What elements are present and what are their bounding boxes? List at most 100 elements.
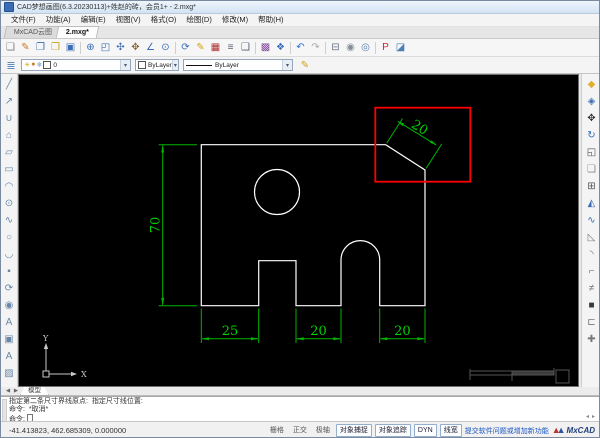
undo-icon[interactable]: ↶ (293, 40, 308, 55)
layer-freeze-icon[interactable]: ❄ (37, 61, 43, 69)
draw-order-icon[interactable]: ✎ (193, 40, 208, 55)
hatch-icon[interactable]: ▨ (2, 365, 17, 382)
color-combo-arrow-icon[interactable]: ▾ (171, 60, 178, 70)
rectangle-icon[interactable]: ▭ (2, 161, 17, 178)
save-as-icon[interactable]: ▣ (63, 40, 78, 55)
menu-function[interactable]: 功能(A) (41, 14, 76, 26)
revcloud-icon[interactable]: ◡ (2, 246, 17, 263)
highlight-rect[interactable] (374, 106, 472, 183)
web-publish-icon[interactable]: ◉ (343, 40, 358, 55)
arc-icon[interactable]: ◠ (2, 178, 17, 195)
linetype-combo[interactable]: ByLayer ▾ (183, 59, 293, 71)
break-icon[interactable]: ≠ (584, 280, 600, 297)
drawing-canvas[interactable]: 70 25 20 20 20 Y X (18, 74, 579, 387)
color-combo[interactable]: ByLayer ▾ (135, 59, 179, 71)
tab-drawing-2mxg[interactable]: 2.mxg* (55, 26, 100, 38)
pdf-export-icon[interactable]: P (378, 40, 393, 55)
feedback-link[interactable]: 提交软件问题或增加新功能 (465, 426, 549, 436)
toggle-osnap[interactable]: 对象捕捉 (335, 424, 372, 437)
point-icon[interactable]: ▪ (2, 263, 17, 280)
polygon-icon[interactable]: ⌂ (2, 127, 17, 144)
scale-icon[interactable]: ◱ (584, 144, 600, 161)
command-line-panel[interactable]: 指定第二条尺寸界线原点: 指定尺寸线位置: 命令: *取消* 命令: ◂ ▸ (1, 396, 599, 423)
spline-edit-icon[interactable]: ∿ (584, 212, 600, 229)
open-edit-icon[interactable]: ✎ (18, 40, 33, 55)
stretch-icon[interactable]: ⊏ (584, 314, 600, 331)
solid-3d-icon[interactable]: ■ (584, 297, 600, 314)
pan-icon[interactable]: ✥ (128, 40, 143, 55)
layer-lock-icon[interactable]: ● (31, 61, 35, 69)
image-attach-icon[interactable]: ▣ (2, 331, 17, 348)
toggle-ortho[interactable]: 正交 (290, 425, 310, 436)
array-icon[interactable]: ⊞ (584, 178, 600, 195)
palette-icon[interactable]: ▩ (258, 40, 273, 55)
polyline-icon[interactable]: ↗ (2, 93, 17, 110)
window-panel-icon[interactable]: ❑ (238, 40, 253, 55)
toggle-otrack[interactable]: 对象追踪 (374, 424, 411, 437)
part-outline-path[interactable] (200, 144, 426, 307)
polygon-any-icon[interactable]: ▱ (2, 144, 17, 161)
command-panel-grip[interactable] (2, 399, 7, 422)
dimension-height[interactable]: 70 (149, 144, 198, 307)
chamfer-icon[interactable]: ⌐ (584, 263, 600, 280)
menu-draw[interactable]: 绘图(D) (181, 14, 216, 26)
print-icon[interactable]: ⊟ (328, 40, 343, 55)
layout-next-icon[interactable]: ▶ (12, 388, 20, 394)
zoom-scale-icon[interactable]: ⊙ (158, 40, 173, 55)
dimension-bottom-group[interactable]: 25 20 20 (200, 308, 426, 344)
toggle-dyn[interactable]: DYN (413, 424, 437, 437)
toggle-grid[interactable]: 栅格 (267, 425, 287, 436)
trim-icon[interactable]: ◺ (584, 229, 600, 246)
text-list-icon[interactable]: ≡ (223, 40, 238, 55)
options-icon[interactable]: ❖ (273, 40, 288, 55)
menu-file[interactable]: 文件(F) (6, 14, 41, 26)
open-folder-icon[interactable]: ❒ (48, 40, 63, 55)
spline-icon[interactable]: ∿ (2, 212, 17, 229)
layer-stack-icon[interactable]: ≣ (4, 59, 18, 72)
mtext-icon[interactable]: A (2, 348, 17, 365)
block-create-icon[interactable]: ⟳ (2, 280, 17, 297)
offset-icon[interactable]: ❏ (584, 161, 600, 178)
web-open-icon[interactable]: ◎ (358, 40, 373, 55)
toggle-polar[interactable]: 极轴 (313, 425, 333, 436)
dimension-chamfer[interactable]: 20 (386, 117, 443, 169)
mirror-icon[interactable]: ◭ (584, 195, 600, 212)
zoom-in-icon[interactable]: ⊕ (83, 40, 98, 55)
zoom-extents-icon[interactable]: ✣ (113, 40, 128, 55)
block-insert-icon[interactable]: ◉ (2, 297, 17, 314)
layout-prev-icon[interactable]: ◀ (4, 388, 12, 394)
redo-icon[interactable]: ↷ (308, 40, 323, 55)
fillet-icon[interactable]: ◝ (584, 246, 600, 263)
image-export-icon[interactable]: ◪ (393, 40, 408, 55)
save-edit-icon[interactable]: ❐ (33, 40, 48, 55)
zoom-window-icon[interactable]: ◰ (98, 40, 113, 55)
measure-angle-icon[interactable]: ∠ (143, 40, 158, 55)
command-scroll-right-icon[interactable]: ▸ (592, 413, 595, 420)
circle-icon[interactable]: ⊙ (2, 195, 17, 212)
ellipse-icon[interactable]: ○ (2, 229, 17, 246)
copy-icon[interactable]: ◈ (584, 93, 600, 110)
layer-combo[interactable]: ☀ ● ❄ 0 ▾ (21, 59, 131, 71)
layer-on-icon[interactable]: ☀ (24, 61, 30, 69)
menu-edit[interactable]: 编辑(E) (76, 14, 111, 26)
join-icon[interactable]: ✚ (584, 331, 600, 348)
menu-help[interactable]: 帮助(H) (253, 14, 288, 26)
text-icon[interactable]: A (2, 314, 17, 331)
move-icon[interactable]: ✥ (584, 110, 600, 127)
command-scroll-left-icon[interactable]: ◂ (586, 413, 589, 420)
toggle-lineweight[interactable]: 线宽 (439, 424, 462, 437)
layer-combo-arrow-icon[interactable]: ▾ (120, 60, 130, 70)
linetype-combo-arrow-icon[interactable]: ▾ (282, 60, 292, 70)
menu-modify[interactable]: 修改(M) (217, 14, 253, 26)
tab-mxcad-cloud[interactable]: MxCAD云图 (3, 26, 63, 38)
arc-3pt-icon[interactable]: ∪ (2, 110, 17, 127)
erase-icon[interactable]: ◆ (584, 76, 600, 93)
line-icon[interactable]: ╱ (2, 76, 17, 93)
part-hole-circle[interactable] (253, 168, 301, 216)
draw-settings-icon[interactable]: ✎ (298, 59, 312, 72)
view-rotate-icon[interactable]: ⟳ (178, 40, 193, 55)
menu-format[interactable]: 格式(O) (146, 14, 182, 26)
layer-manager-icon[interactable]: ▦ (208, 40, 223, 55)
new-file-icon[interactable]: ❏ (3, 40, 18, 55)
rotate-icon[interactable]: ↻ (584, 127, 600, 144)
